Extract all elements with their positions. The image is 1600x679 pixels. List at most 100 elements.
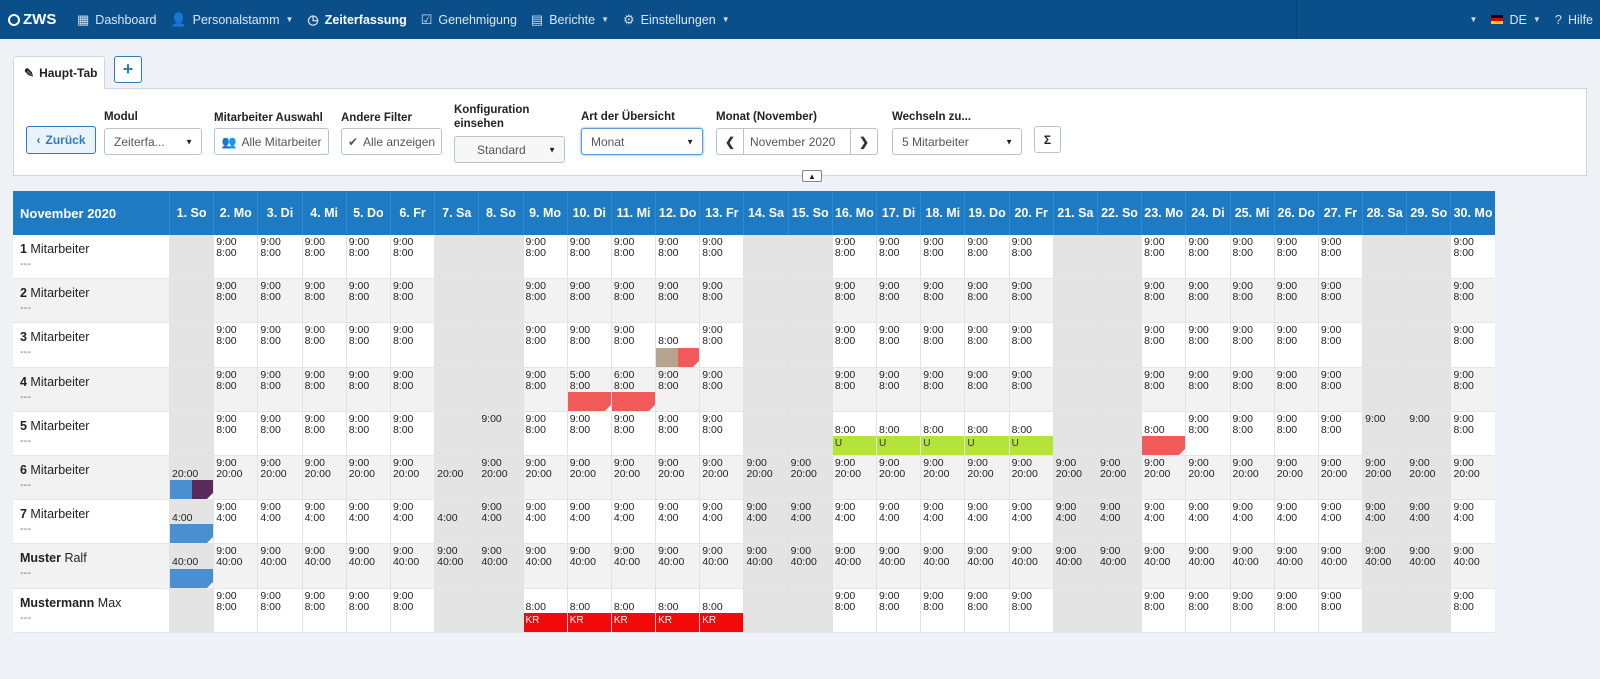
day-cell[interactable]: 9:00 4:00: [213, 500, 257, 544]
day-cell[interactable]: 9:00 8:00: [301, 367, 346, 411]
day-cell[interactable]: 9:00 8:00: [1185, 323, 1229, 367]
day-cell[interactable]: 9:00 40:00: [610, 544, 655, 588]
modul-select[interactable]: Zeiterfa... ▼: [104, 128, 202, 155]
employee-name-cell[interactable]: 1 Mitarbeiter ---: [13, 235, 169, 278]
absence-bar[interactable]: [656, 347, 678, 367]
day-cell[interactable]: [478, 323, 523, 367]
day-cell[interactable]: 9:00 8:00: [876, 323, 920, 367]
day-cell[interactable]: 9:00 8:00: [831, 367, 876, 411]
day-cell[interactable]: 9:00 8:00: [920, 235, 964, 279]
day-cell[interactable]: 9:00 8:00: [257, 235, 301, 279]
absence-bar[interactable]: [1142, 435, 1186, 455]
day-cell[interactable]: [478, 367, 523, 411]
day-cell[interactable]: 9:00 8:00: [257, 323, 301, 367]
day-cell[interactable]: 9:00 4:00: [1362, 500, 1407, 544]
day-cell[interactable]: 9:00 8:00: [699, 323, 743, 367]
day-cell[interactable]: 9:00 8:00: [257, 279, 301, 323]
day-cell[interactable]: [1052, 279, 1097, 323]
day-cell[interactable]: 9:00 20:00: [655, 455, 699, 500]
day-cell[interactable]: 9:00 8:00: [610, 411, 655, 455]
day-cell[interactable]: 9:00 20:00: [389, 455, 434, 500]
absence-bar[interactable]: KR: [611, 612, 656, 632]
day-cell[interactable]: 9:00: [478, 411, 523, 455]
day-cell[interactable]: 9:00 8:00: [213, 411, 257, 455]
day-cell[interactable]: [1406, 235, 1451, 279]
day-cell[interactable]: [478, 279, 523, 323]
day-cell[interactable]: 9:00 8:00: [1450, 588, 1494, 632]
absence-bar[interactable]: [191, 480, 214, 500]
day-cell[interactable]: 9:00 8:00: [257, 411, 301, 455]
day-cell[interactable]: 9:00 8:00: [1008, 279, 1053, 323]
day-cell[interactable]: 9:00 4:00: [1008, 500, 1053, 544]
day-cell[interactable]: 9:00 8:00: [522, 367, 567, 411]
day-cell[interactable]: 9:00 8:00: [920, 588, 964, 632]
day-cell[interactable]: 9:00 20:00: [1096, 455, 1142, 500]
day-cell[interactable]: 9:00 40:00: [787, 544, 832, 588]
absence-bar[interactable]: [170, 568, 214, 588]
day-cell[interactable]: [434, 235, 479, 279]
day-cell[interactable]: 9:00 8:00: [610, 279, 655, 323]
day-cell[interactable]: 9:00 8:00: [964, 323, 1008, 367]
day-cell[interactable]: 9:00 8:00: [301, 411, 346, 455]
day-cell[interactable]: 9:00 4:00: [345, 500, 390, 544]
employee-name-cell[interactable]: 6 Mitarbeiter ---: [13, 456, 169, 499]
day-header[interactable]: 2. Mo: [213, 191, 257, 235]
day-cell[interactable]: 9:00 4:00: [1450, 500, 1494, 544]
day-cell[interactable]: 9:00 8:00: [1141, 279, 1185, 323]
day-cell[interactable]: [1096, 411, 1142, 455]
day-cell[interactable]: 8:00: [1141, 411, 1186, 455]
absence-bar[interactable]: KR: [700, 612, 744, 632]
day-cell[interactable]: 9:00 20:00: [964, 455, 1008, 500]
day-cell[interactable]: [743, 323, 788, 367]
day-cell[interactable]: 9:00 40:00: [1273, 544, 1318, 588]
day-cell[interactable]: [169, 588, 214, 632]
day-cell[interactable]: 9:00 4:00: [964, 500, 1008, 544]
day-cell[interactable]: 9:00 8:00: [1185, 588, 1229, 632]
day-cell[interactable]: [434, 279, 479, 323]
day-cell[interactable]: 8:00 KR: [699, 588, 744, 632]
nav-item-personalstamm[interactable]: 👤 Personalstamm ▼: [163, 0, 300, 39]
day-cell[interactable]: 9:00 8:00: [1185, 235, 1229, 279]
day-cell[interactable]: 4:00: [434, 500, 479, 544]
day-cell[interactable]: 9:00 20:00: [1450, 455, 1494, 500]
day-cell[interactable]: 9:00 8:00: [1450, 279, 1494, 323]
day-cell[interactable]: 8:00 U: [964, 411, 1009, 455]
day-cell[interactable]: 9:00 4:00: [655, 500, 699, 544]
day-cell[interactable]: 9:00 8:00: [522, 235, 567, 279]
day-cell[interactable]: 9:00 8:00: [655, 411, 699, 455]
day-header[interactable]: 12. Do: [655, 191, 699, 235]
day-cell[interactable]: 9:00 4:00: [301, 500, 346, 544]
day-cell[interactable]: [743, 588, 788, 632]
day-header[interactable]: 25. Mi: [1229, 191, 1274, 235]
day-cell[interactable]: 9:00 8:00: [1141, 235, 1185, 279]
day-header[interactable]: 26. Do: [1273, 191, 1318, 235]
day-cell[interactable]: 9:00 8:00: [345, 588, 390, 632]
day-cell[interactable]: [1096, 323, 1142, 367]
day-cell[interactable]: [1052, 367, 1097, 411]
day-cell[interactable]: 9:00 40:00: [1229, 544, 1274, 588]
day-cell[interactable]: 9:00 8:00: [345, 367, 390, 411]
day-cell[interactable]: [1096, 235, 1142, 279]
day-header[interactable]: 13. Fr: [699, 191, 743, 235]
wechseln-select[interactable]: 5 Mitarbeiter ▼: [892, 128, 1022, 155]
day-header[interactable]: 8. So: [478, 191, 522, 235]
day-cell[interactable]: 9:00 8:00: [1229, 411, 1274, 455]
day-cell[interactable]: 9:00 20:00: [566, 455, 611, 500]
day-cell[interactable]: 9:00 8:00: [876, 588, 920, 632]
day-header[interactable]: 15. So: [787, 191, 832, 235]
day-cell[interactable]: 5:00 8:00: [566, 367, 611, 411]
brand-logo[interactable]: ZWS: [0, 11, 70, 28]
day-cell[interactable]: 9:00 8:00: [655, 367, 699, 411]
day-cell[interactable]: 9:00: [1362, 411, 1407, 455]
day-cell[interactable]: 9:00 4:00: [1229, 500, 1274, 544]
day-cell[interactable]: 9:00 8:00: [1273, 279, 1318, 323]
day-cell[interactable]: [434, 411, 479, 455]
day-cell[interactable]: 9:00 8:00: [655, 279, 699, 323]
day-cell[interactable]: 9:00 40:00: [743, 544, 788, 588]
day-header[interactable]: 16. Mo: [831, 191, 876, 235]
day-header[interactable]: 10. Di: [566, 191, 611, 235]
andere-filter-button[interactable]: ✔ Alle anzeigen: [341, 128, 442, 155]
day-cell[interactable]: [478, 588, 523, 632]
day-cell[interactable]: 9:00 40:00: [389, 544, 434, 588]
day-cell[interactable]: 9:00 40:00: [699, 544, 743, 588]
